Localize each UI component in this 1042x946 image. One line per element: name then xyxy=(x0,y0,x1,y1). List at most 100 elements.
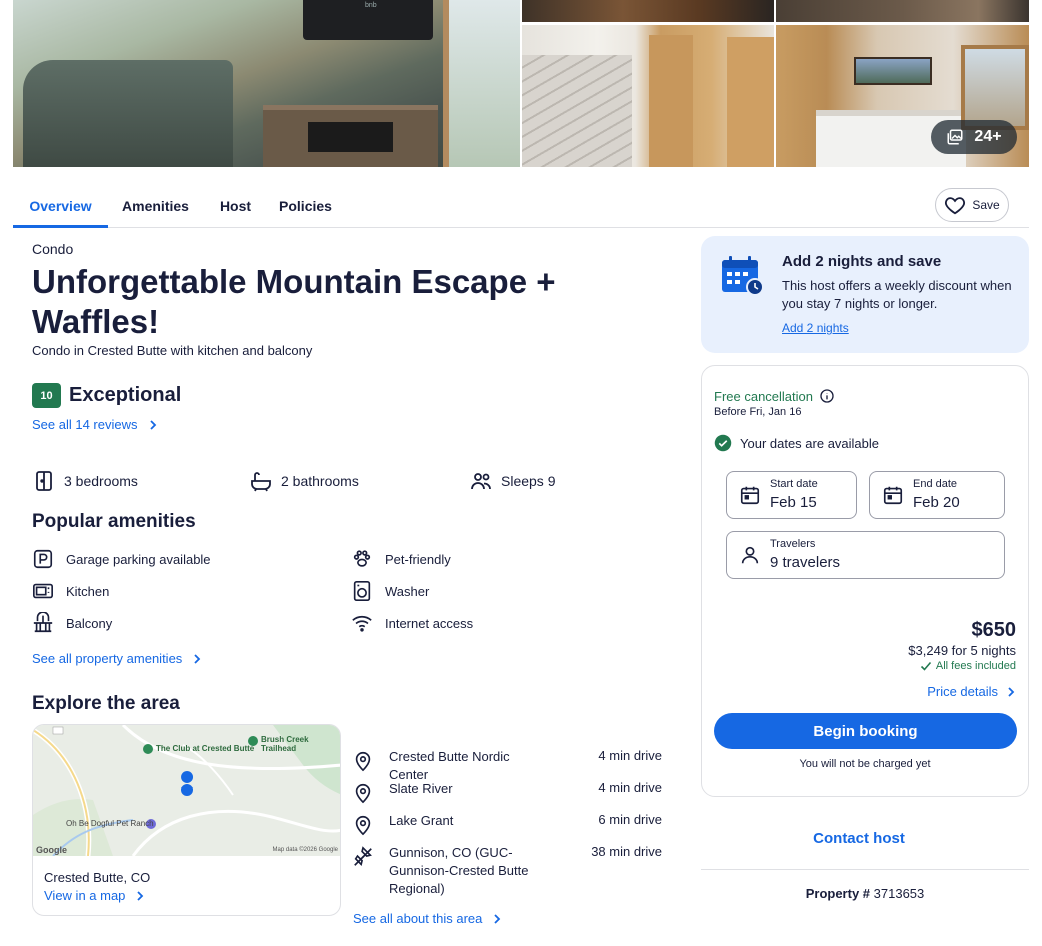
view-in-map-link[interactable]: View in a map xyxy=(44,888,145,903)
wifi-icon xyxy=(352,615,372,632)
fact-bathrooms: 2 bathrooms xyxy=(249,469,359,493)
fact-bedrooms-label: 3 bedrooms xyxy=(64,473,138,489)
place-distance: 4 min drive xyxy=(598,780,662,795)
end-date-field[interactable]: End date Feb 20 xyxy=(869,471,1005,519)
nearby-place: Slate River 4 min drive xyxy=(352,780,662,808)
gallery-photo-kitchen[interactable] xyxy=(522,0,774,22)
price-details-label: Price details xyxy=(927,684,998,699)
chevron-right-icon xyxy=(494,913,501,924)
check-circle-icon xyxy=(714,434,732,452)
amenity-label: Balcony xyxy=(66,615,113,631)
map-card[interactable]: Brush Creek Trailhead The Club at Creste… xyxy=(32,724,341,916)
photo-window xyxy=(443,0,520,167)
photo-sofa xyxy=(23,60,233,167)
map-location: Crested Butte, CO xyxy=(44,870,151,885)
photo-door xyxy=(649,35,693,167)
area-heading: Explore the area xyxy=(32,693,180,714)
nearby-place: Lake Grant 6 min drive xyxy=(352,812,662,840)
end-date-value: Feb 20 xyxy=(913,494,960,511)
gallery-photo-dining[interactable] xyxy=(776,0,1029,22)
fees-label: All fees included xyxy=(935,660,1016,672)
property-type: Condo xyxy=(32,241,74,257)
see-all-reviews-link[interactable]: See all 14 reviews xyxy=(32,417,158,432)
photo-gallery[interactable]: bnb 24+ xyxy=(13,0,1029,167)
paw-icon xyxy=(353,550,371,567)
save-button[interactable]: Save xyxy=(935,188,1009,222)
availability-status: Your dates are available xyxy=(714,434,879,452)
amenity-washer: Washer xyxy=(351,580,429,602)
map-attribution: Map data ©2026 Google xyxy=(272,847,338,853)
free-cancellation-label: Free cancellation xyxy=(714,388,813,404)
map-preview[interactable]: Brush Creek Trailhead The Club at Creste… xyxy=(33,725,340,856)
amenity-internet: Internet access xyxy=(351,612,473,634)
fact-bathrooms-label: 2 bathrooms xyxy=(281,473,359,489)
price-details-link[interactable]: Price details xyxy=(927,684,1016,699)
amenity-pet-friendly: Pet-friendly xyxy=(351,548,451,570)
check-icon xyxy=(920,661,931,671)
map-label-trailhead: Brush Creek Trailhead xyxy=(261,735,309,753)
gallery-photo-stairs[interactable] xyxy=(522,25,774,167)
people-icon xyxy=(471,473,491,490)
photo-wall-art xyxy=(854,57,932,85)
begin-booking-button[interactable]: Begin booking xyxy=(714,713,1017,749)
heart-icon xyxy=(945,197,966,215)
person-icon xyxy=(741,546,759,564)
map-label-pet-ranch: Oh Be Dogful Pet Ranch xyxy=(66,819,154,828)
tab-overview[interactable]: Overview xyxy=(13,188,108,228)
calendar-icon xyxy=(883,486,903,505)
chevron-right-icon xyxy=(194,653,201,664)
fact-bedrooms: 3 bedrooms xyxy=(32,469,138,493)
save-label: Save xyxy=(972,198,1000,212)
add-nights-link[interactable]: Add 2 nights xyxy=(782,321,849,335)
end-date-label: End date xyxy=(913,478,958,490)
amenity-label: Washer xyxy=(385,583,430,599)
promo-body: This host offers a weekly discount when … xyxy=(782,278,1012,311)
divider xyxy=(701,869,1029,870)
see-all-area-label: See all about this area xyxy=(353,911,483,926)
travelers-field[interactable]: Travelers 9 travelers xyxy=(726,531,1005,579)
start-date-label: Start date xyxy=(770,478,818,490)
pin-icon xyxy=(355,783,371,804)
tv-logo-text: bnb xyxy=(365,2,377,9)
see-all-amenities-label: See all property amenities xyxy=(32,651,183,666)
amenity-label: Pet-friendly xyxy=(385,551,451,567)
amenity-kitchen: Kitchen xyxy=(32,580,109,602)
place-name: Slate River xyxy=(389,781,453,796)
tab-policies[interactable]: Policies xyxy=(268,188,343,228)
start-date-field[interactable]: Start date Feb 15 xyxy=(726,471,857,519)
total-price: $3,249 for 5 nights xyxy=(908,643,1016,658)
property-number: Property # 3713653 xyxy=(701,886,1029,901)
rating-label: Exceptional xyxy=(69,384,182,406)
see-all-amenities-link[interactable]: See all property amenities xyxy=(32,651,202,666)
contact-host-button[interactable]: Contact host xyxy=(701,830,1017,847)
fact-sleeps-label: Sleeps 9 xyxy=(501,473,556,489)
washer-icon xyxy=(353,581,371,601)
view-in-map-label: View in a map xyxy=(44,888,126,903)
free-cancellation: Free cancellation xyxy=(714,388,835,404)
tab-host[interactable]: Host xyxy=(203,188,268,228)
place-name: Crested Butte Nordic Center xyxy=(389,749,510,782)
pin-icon xyxy=(355,751,371,772)
fees-included: All fees included xyxy=(920,660,1016,672)
booking-card: Free cancellation Before Fri, Jan 16 You… xyxy=(701,365,1029,797)
bed-icon xyxy=(36,471,52,491)
amenity-label: Garage parking available xyxy=(66,551,211,567)
airplane-icon xyxy=(354,846,372,866)
nearby-place: Crested Butte Nordic Center 4 min drive xyxy=(352,748,662,782)
place-name: Lake Grant xyxy=(389,813,454,828)
promo-title: Add 2 nights and save xyxy=(782,253,942,270)
photo-count-label: 24+ xyxy=(974,128,1002,145)
gallery-photo-living-room[interactable]: bnb xyxy=(13,0,520,167)
parking-icon xyxy=(33,549,53,569)
see-all-area-link[interactable]: See all about this area xyxy=(353,911,502,926)
travelers-label: Travelers xyxy=(770,538,816,550)
fact-sleeps: Sleeps 9 xyxy=(469,469,555,493)
place-name: Gunnison, CO (GUC-Gunnison-Crested Butte… xyxy=(389,845,529,896)
tab-amenities[interactable]: Amenities xyxy=(108,188,203,228)
place-distance: 6 min drive xyxy=(598,812,662,827)
map-google-logo: Google xyxy=(36,845,67,855)
photo-count-button[interactable]: 24+ xyxy=(931,120,1017,154)
calendar-icon xyxy=(740,486,760,505)
info-icon[interactable] xyxy=(819,388,835,404)
photo-fireplace xyxy=(263,105,438,167)
